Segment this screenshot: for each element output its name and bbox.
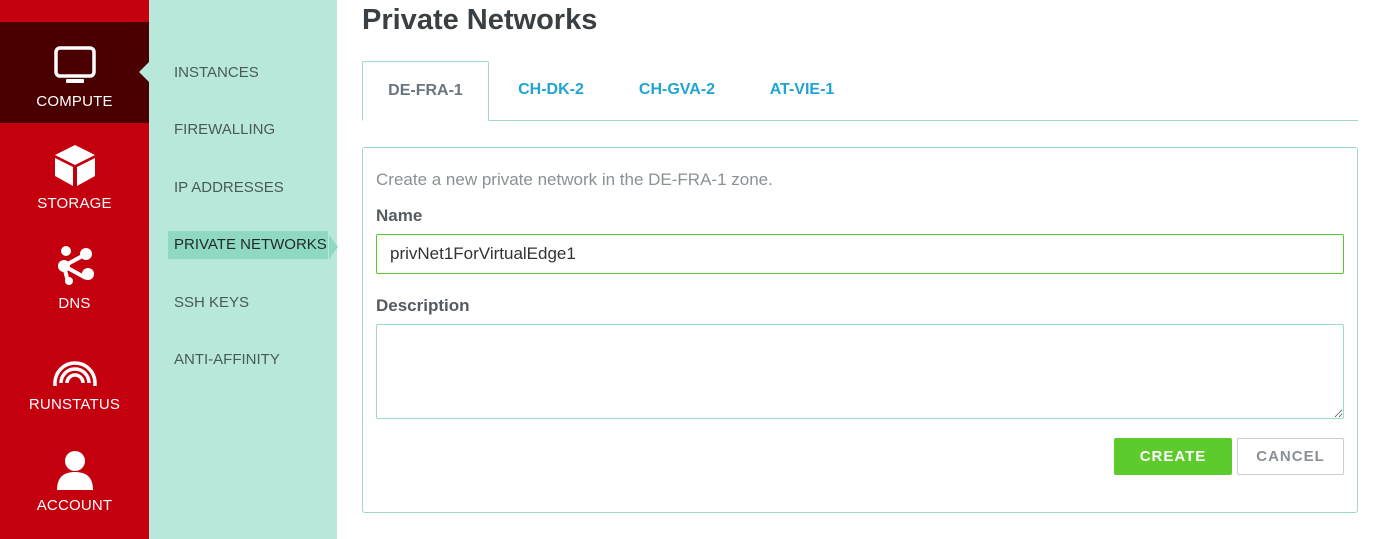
- user-icon: [56, 451, 93, 490]
- sub-nav-pointer: [329, 235, 338, 259]
- main-nav: COMPUTE STORAGE DNS RUNSTATUS ACCOUNT: [0, 0, 149, 539]
- description-input[interactable]: [376, 324, 1344, 419]
- cancel-button[interactable]: CANCEL: [1237, 438, 1344, 475]
- name-label: Name: [376, 206, 423, 225]
- main-nav-pointer: [139, 62, 149, 82]
- sub-nav-item-ssh-keys[interactable]: SSH KEYS: [168, 289, 328, 317]
- page-title: Private Networks: [362, 4, 598, 36]
- main-nav-label: RUNSTATUS: [28, 396, 121, 413]
- tab-ch-gva-2[interactable]: CH-GVA-2: [624, 61, 730, 121]
- monitor-icon: [53, 46, 96, 83]
- tab-at-vie-1[interactable]: AT-VIE-1: [754, 61, 850, 121]
- sub-nav-item-private-networks[interactable]: PRIVATE NETWORKS: [168, 231, 328, 259]
- main-nav-label: DNS: [58, 295, 91, 312]
- main-nav-label: ACCOUNT: [36, 497, 113, 514]
- sub-nav: INSTANCES FIREWALLING IP ADDRESSES PRIVA…: [149, 0, 337, 539]
- form-intro: Create a new private network in the DE-F…: [376, 170, 773, 189]
- signal-icon: [52, 361, 97, 386]
- sub-nav-item-instances[interactable]: INSTANCES: [168, 59, 328, 87]
- create-network-panel: Create a new private network in the DE-F…: [362, 147, 1358, 513]
- tab-ch-dk-2[interactable]: CH-DK-2: [500, 61, 602, 121]
- description-label: Description: [376, 296, 470, 315]
- main-nav-item-compute[interactable]: COMPUTE: [0, 22, 149, 123]
- main-nav-item-account[interactable]: ACCOUNT: [0, 426, 149, 527]
- tab-de-fra-1[interactable]: DE-FRA-1: [362, 61, 489, 121]
- sub-nav-item-firewalling[interactable]: FIREWALLING: [168, 116, 328, 144]
- app-root: COMPUTE STORAGE DNS RUNSTATUS ACCOUNT IN…: [0, 0, 1379, 539]
- main-nav-item-dns[interactable]: DNS: [0, 224, 149, 325]
- main-nav-label: COMPUTE: [36, 93, 113, 110]
- sub-nav-item-anti-affinity[interactable]: ANTI-AFFINITY: [168, 346, 328, 374]
- create-button[interactable]: CREATE: [1114, 438, 1232, 475]
- main-nav-label: STORAGE: [37, 195, 112, 212]
- main-nav-item-runstatus[interactable]: RUNSTATUS: [0, 325, 149, 426]
- sub-nav-item-ip-addresses[interactable]: IP ADDRESSES: [168, 174, 328, 202]
- share-nodes-icon: [57, 246, 94, 285]
- name-input[interactable]: [376, 234, 1344, 274]
- cube-icon: [54, 145, 95, 186]
- main-nav-item-storage[interactable]: STORAGE: [0, 123, 149, 224]
